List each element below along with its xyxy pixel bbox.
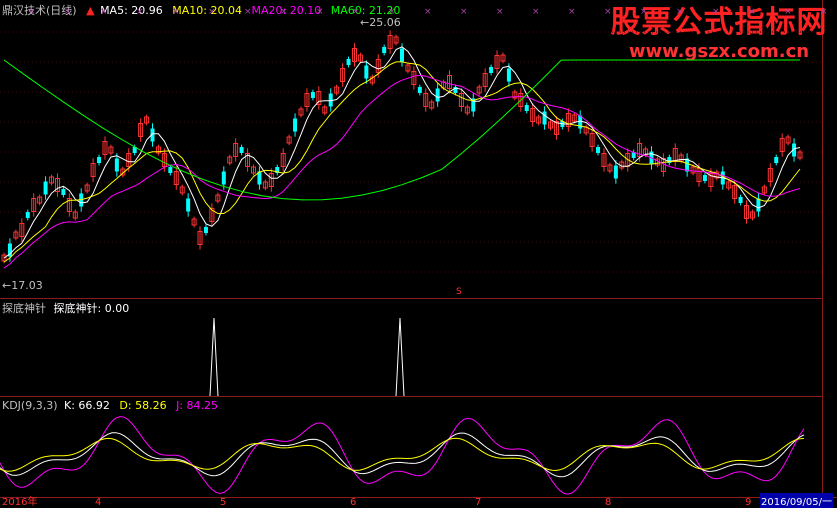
top-x-marker: ×	[136, 7, 144, 17]
candle-down	[756, 198, 761, 212]
axis-label-jul: 7	[475, 497, 482, 508]
candle-down	[364, 65, 369, 79]
candle-down	[97, 157, 102, 163]
candle-down	[738, 197, 743, 203]
candle-down	[596, 147, 601, 153]
top-x-marker: ×	[460, 7, 468, 17]
top-x-marker: ×	[640, 7, 648, 17]
candle-down	[702, 175, 707, 181]
spike-mark	[209, 317, 219, 397]
candle-down	[613, 165, 618, 179]
candle-down	[43, 181, 48, 195]
kdj-k-line	[0, 432, 805, 478]
spike-mark	[395, 317, 405, 397]
candle-down	[382, 47, 387, 53]
top-x-marker: ×	[604, 7, 612, 17]
top-x-marker: ×	[784, 7, 792, 17]
top-x-marker: ×	[208, 7, 216, 17]
axis-label-date: 2016/09/05/一	[760, 493, 834, 508]
candle-down	[221, 171, 226, 185]
candle-down	[489, 67, 494, 73]
top-x-marker: ×	[100, 7, 108, 17]
axis-label-sep: 9	[745, 497, 752, 508]
candle-down	[25, 212, 30, 218]
candle-down	[239, 147, 244, 153]
axis-label-apr: 4	[95, 497, 102, 508]
top-x-marker: ×	[316, 7, 324, 17]
ma20-line	[3, 74, 801, 269]
top-x-marker: ×	[532, 7, 540, 17]
top-x-marker: ×	[388, 7, 396, 17]
candle-down	[774, 157, 779, 163]
top-x-marker: ×	[352, 7, 360, 17]
ma60-line	[3, 59, 800, 201]
candle-down	[346, 59, 351, 65]
chart-window[interactable]: 鼎汉技术(日线) ▲ MA5: 20.96 MA10: 20.04 MA20: …	[0, 0, 837, 508]
candle-down	[400, 48, 404, 62]
candle-down	[293, 118, 298, 132]
top-x-marker: ×	[280, 7, 288, 17]
candle-down	[186, 198, 191, 212]
kdj-j-line	[0, 416, 805, 495]
candle-down	[168, 167, 173, 173]
candle-down	[542, 111, 547, 125]
kdj-d-line	[0, 437, 805, 472]
top-x-marker: ×	[820, 7, 828, 17]
top-x-marker: ×	[676, 7, 684, 17]
axis-label-may: 5	[220, 497, 227, 508]
top-x-marker: ×	[28, 7, 36, 17]
candle-down	[506, 68, 511, 82]
top-x-marker: ×	[496, 7, 504, 17]
candle-down	[524, 105, 529, 111]
candle-down	[310, 92, 315, 98]
top-x-marker: ×	[568, 7, 576, 17]
candle-down	[203, 227, 208, 233]
axis-label-jun: 6	[350, 497, 357, 508]
candle-down	[114, 158, 119, 172]
top-x-marker: ×	[172, 7, 180, 17]
top-x-marker: ×	[64, 7, 72, 17]
top-x-marker: ×	[424, 7, 432, 17]
axis-label-aug: 8	[605, 497, 612, 508]
chart-canvas[interactable]: × × × × × × × × × × × × × × × × × × × × × × ×	[0, 0, 837, 508]
candle-down	[417, 87, 422, 93]
candle-down	[61, 189, 66, 195]
candle-down	[435, 88, 440, 102]
axis-label-year: 2016年	[2, 497, 38, 508]
top-x-marker: ×	[748, 7, 756, 17]
top-x-marker: ×	[244, 7, 252, 17]
top-x-marker: ×	[712, 7, 720, 17]
